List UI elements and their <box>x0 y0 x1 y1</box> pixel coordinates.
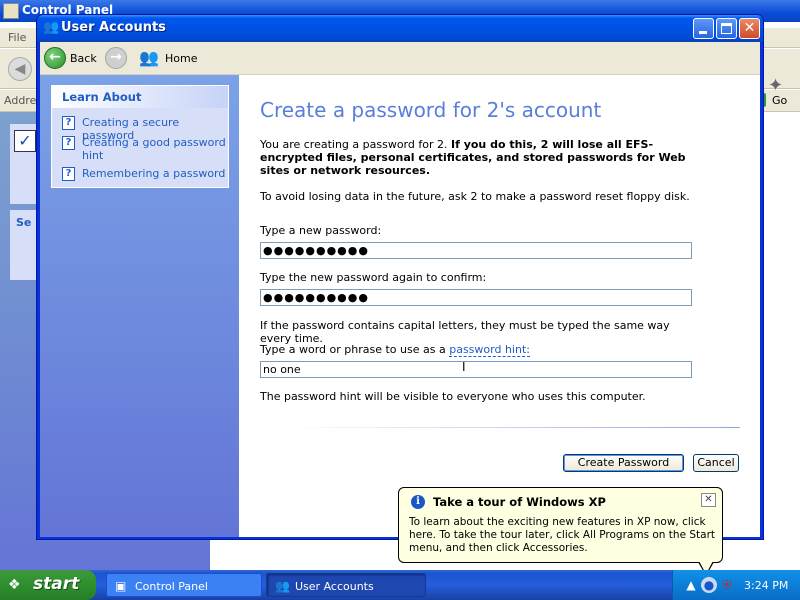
user-accounts-window: 👥 User Accounts ✕ ← Back → 👥 Home Learn … <box>36 14 764 540</box>
navigation-bar: ← Back → 👥 Home <box>40 42 760 75</box>
balloon-body[interactable]: To learn about the exciting new features… <box>409 516 717 555</box>
create-password-button[interactable]: Create Password <box>563 454 684 472</box>
reset-disk-note: To avoid losing data in the future, ask … <box>260 190 690 203</box>
hint-label-prefix: Type a word or phrase to use as a <box>260 343 450 356</box>
user-accounts-icon: 👥 <box>275 579 290 593</box>
learn-item-secure-password[interactable]: ? Creating a secure password <box>62 116 226 142</box>
home-users-icon: 👥 <box>139 48 159 67</box>
new-password-label: Type a new password: <box>260 224 382 237</box>
start-button[interactable]: ❖ start <box>0 570 96 600</box>
taskbar: ❖ start ▣ Control Panel 👥 User Accounts … <box>0 570 800 600</box>
security-shield-icon[interactable]: ⛨ <box>719 577 735 593</box>
password-hint-label: Type a word or phrase to use as a passwo… <box>260 343 530 357</box>
balloon-close-button[interactable]: ✕ <box>701 493 716 507</box>
back-arrow-icon[interactable]: ◀ <box>8 57 32 81</box>
window-title: User Accounts <box>61 20 166 35</box>
menu-file[interactable]: File <box>8 31 26 44</box>
close-button[interactable]: ✕ <box>739 18 760 39</box>
back-label: Back <box>70 52 97 65</box>
back-button[interactable]: ← Back <box>44 46 104 70</box>
control-panel-icon <box>3 3 19 19</box>
checkmark-icon: ✓ <box>14 130 36 152</box>
cancel-button[interactable]: Cancel <box>693 454 739 472</box>
balloon-title: Take a tour of Windows XP <box>433 495 606 509</box>
minimize-icon <box>699 31 707 34</box>
capital-letters-note: If the password contains capital letters… <box>260 319 670 345</box>
home-label: Home <box>165 52 198 65</box>
close-icon: ✕ <box>743 20 756 36</box>
learn-item-label: Remembering a password <box>82 167 226 180</box>
learn-item-label: Creating a good password hint <box>82 136 226 162</box>
hint-visibility-note: The password hint will be visible to eve… <box>260 390 646 403</box>
forward-button[interactable]: → <box>105 47 127 69</box>
start-label: start <box>33 574 80 594</box>
taskbar-item-control-panel[interactable]: ▣ Control Panel <box>106 573 262 597</box>
taskbar-item-user-accounts[interactable]: 👥 User Accounts <box>266 573 426 597</box>
clock[interactable]: 3:24 PM <box>744 579 788 592</box>
close-icon: ✕ <box>704 494 713 505</box>
go-label: Go <box>772 94 788 107</box>
separator <box>288 427 740 428</box>
taskbar-item-label: User Accounts <box>295 580 374 593</box>
confirm-password-label: Type the new password again to confirm: <box>260 271 487 284</box>
system-tray: ▲ ● ⛨ 3:24 PM <box>672 570 800 600</box>
windows-flag-icon: ❖ <box>8 577 21 593</box>
password-hint-link[interactable]: password hint: <box>449 343 530 357</box>
user-accounts-icon: 👥 <box>43 20 60 35</box>
learn-about-heading: Learn About <box>52 86 228 108</box>
maximize-button[interactable] <box>716 18 737 39</box>
info-icon: i <box>411 495 425 509</box>
network-icon[interactable]: ▲ <box>683 577 699 593</box>
text-cursor-icon: I <box>462 360 466 374</box>
control-panel-icon: ▣ <box>115 579 127 593</box>
back-arrow-icon: ← <box>44 47 66 69</box>
window-client-area: ← Back → 👥 Home Learn About ? Creating a… <box>40 42 760 537</box>
help-icon: ? <box>62 116 75 130</box>
main-content: Create a password for 2's account You ar… <box>239 75 760 537</box>
tour-balloon-tip[interactable]: i Take a tour of Windows XP ✕ To learn a… <box>398 487 723 576</box>
confirm-password-input[interactable]: ●●●●●●●●●● <box>260 289 692 306</box>
learn-item-good-hint[interactable]: ? Creating a good password hint <box>62 136 226 164</box>
home-button[interactable]: 👥 Home <box>139 46 209 70</box>
help-icon: ? <box>62 167 75 181</box>
forward-arrow-icon: → <box>110 49 122 65</box>
user-accounts-titlebar[interactable]: 👥 User Accounts ✕ <box>37 15 763 42</box>
learn-about-box: Learn About ? Creating a secure password… <box>51 85 229 188</box>
minimize-button[interactable] <box>693 18 714 39</box>
help-icon: ? <box>62 136 75 150</box>
sidebar: Learn About ? Creating a secure password… <box>40 75 239 537</box>
password-hint-input[interactable]: no one <box>260 361 692 378</box>
new-password-input[interactable]: ●●●●●●●●●● <box>260 242 692 259</box>
tour-icon[interactable]: ● <box>701 577 717 593</box>
intro-plain: You are creating a password for 2. <box>260 138 451 151</box>
intro-text: You are creating a password for 2. If yo… <box>260 138 700 177</box>
see-also-heading: Se <box>16 216 32 229</box>
page-title: Create a password for 2's account <box>260 98 602 122</box>
learn-item-remembering[interactable]: ? Remembering a password <box>62 167 226 181</box>
maximize-icon <box>721 23 732 34</box>
taskbar-item-label: Control Panel <box>135 580 208 593</box>
